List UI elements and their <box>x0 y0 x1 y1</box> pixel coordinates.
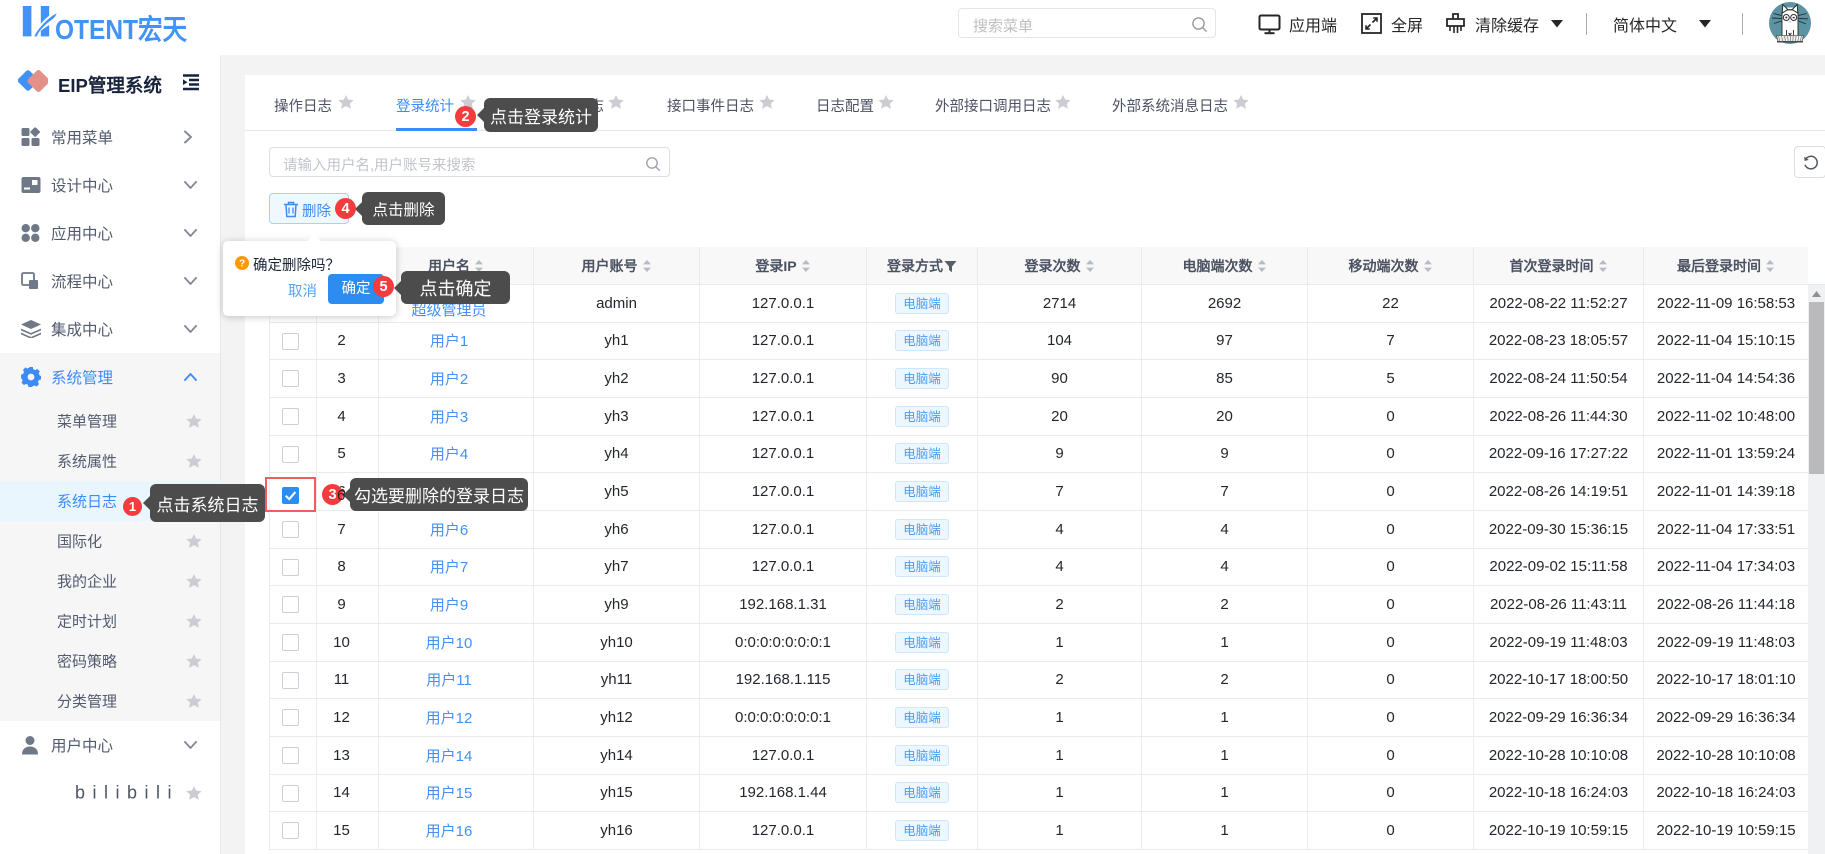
svg-text:?: ? <box>239 259 245 270</box>
